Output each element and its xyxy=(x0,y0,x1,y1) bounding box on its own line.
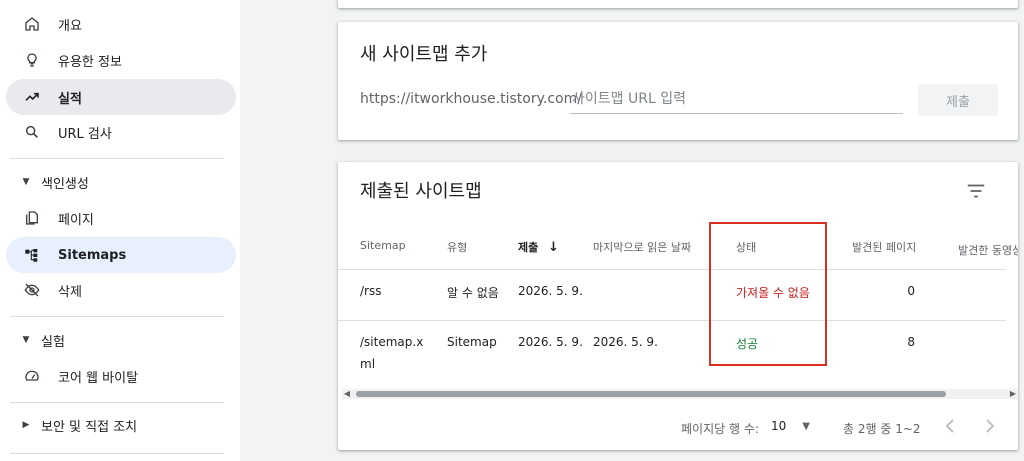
section-experiments[interactable]: ▼ 실험 xyxy=(20,328,65,352)
cell-sitemap-wrap: ml xyxy=(360,357,376,371)
section-indexing[interactable]: ▼ 색인생성 xyxy=(20,170,89,194)
home-icon xyxy=(23,15,41,33)
scrollbar-thumb[interactable] xyxy=(356,391,946,397)
nav-item-label: 개요 xyxy=(58,18,82,34)
rows-per-page-select[interactable]: 10 ▼ xyxy=(771,419,810,433)
horizontal-scrollbar[interactable]: ◀ ▶ xyxy=(342,389,1018,399)
sidebar-divider xyxy=(10,453,224,454)
scroll-right-icon[interactable]: ▶ xyxy=(1008,389,1018,399)
column-header-submitted[interactable]: 제출 ↓ xyxy=(518,239,559,255)
section-label: 색인생성 xyxy=(41,176,89,192)
submitted-sitemaps-card: 제출된 사이트맵 Sitemap 유형 제출 ↓ 마지막으로 읽은 날짜 상태 … xyxy=(338,162,1018,450)
nav-item-label: 삭제 xyxy=(58,284,82,300)
previous-card xyxy=(338,0,1018,8)
cell-type: Sitemap xyxy=(447,335,497,349)
lightbulb-icon xyxy=(23,51,41,69)
add-sitemap-title: 새 사이트맵 추가 xyxy=(360,44,488,65)
column-header-label: 제출 xyxy=(518,241,539,254)
pages-icon xyxy=(23,209,41,227)
scroll-left-icon[interactable]: ◀ xyxy=(342,389,352,399)
rows-per-page-value: 10 xyxy=(771,419,787,433)
column-header-discovered-videos[interactable]: 발견한 동영상 xyxy=(958,244,1018,257)
add-sitemap-card: 새 사이트맵 추가 https://itworkhouse.tistory.co… xyxy=(338,22,1018,140)
nav-item-label: 페이지 xyxy=(58,212,94,228)
cell-submitted: 2026. 5. 9. xyxy=(518,335,583,349)
sidebar-divider xyxy=(10,316,224,317)
column-header-sitemap[interactable]: Sitemap xyxy=(360,239,406,252)
column-header-clip: 발견한 동영상 xyxy=(958,239,1018,258)
speed-gauge-icon xyxy=(23,367,41,385)
nav-item-core-web-vitals[interactable]: 코어 웹 바이탈 xyxy=(6,358,236,394)
caret-right-icon: ▶ xyxy=(22,420,30,430)
nav-item-label: 유용한 정보 xyxy=(58,54,122,70)
nav-item-sitemaps[interactable]: Sitemaps xyxy=(6,237,236,273)
cell-type: 알 수 없음 xyxy=(447,286,499,300)
nav-item-removals[interactable]: 삭제 xyxy=(6,272,236,308)
chevron-left-icon[interactable] xyxy=(938,414,962,438)
submit-button[interactable]: 제출 xyxy=(918,84,998,116)
section-security[interactable]: ▶ 보안 및 직접 조치 xyxy=(20,413,138,437)
url-prefix: https://itworkhouse.tistory.com/ xyxy=(360,91,582,107)
status-highlight-box xyxy=(709,222,827,366)
column-header-type[interactable]: 유형 xyxy=(447,239,467,255)
trending-up-icon xyxy=(23,88,41,106)
caret-down-icon: ▼ xyxy=(22,335,30,345)
sidebar-divider xyxy=(10,402,224,403)
nav-item-label: 실적 xyxy=(58,91,82,107)
caret-down-icon: ▼ xyxy=(22,177,30,187)
section-label: 실험 xyxy=(41,334,65,350)
sidebar: 개요 유용한 정보 실적 URL 검사 ▼ 색인생성 페이지 Sitemaps xyxy=(0,0,240,461)
submitted-sitemaps-title: 제출된 사이트맵 xyxy=(360,181,482,202)
row-divider xyxy=(338,320,1006,321)
nav-item-label: Sitemaps xyxy=(58,247,127,263)
column-header-discovered-pages[interactable]: 발견된 페이지 xyxy=(852,239,916,255)
sidebar-divider xyxy=(10,158,224,159)
nav-item-pages[interactable]: 페이지 xyxy=(6,200,236,236)
search-icon xyxy=(23,123,41,141)
sort-arrow-down-icon: ↓ xyxy=(548,240,559,255)
sitemap-url-input[interactable] xyxy=(570,84,903,114)
nav-item-label: 코어 웹 바이탈 xyxy=(58,370,139,386)
cell-sitemap: /rss xyxy=(360,284,382,298)
dropdown-arrow-icon: ▼ xyxy=(802,420,810,432)
cell-last-read: 2026. 5. 9. xyxy=(593,335,658,349)
cell-sitemap: /sitemap.x xyxy=(360,335,424,349)
cell-submitted: 2026. 5. 9. xyxy=(518,284,583,298)
row-divider xyxy=(338,269,1006,270)
nav-item-performance[interactable]: 실적 xyxy=(6,79,236,115)
rows-per-page-label: 페이지당 행 수: xyxy=(681,422,759,436)
section-label: 보안 및 직접 조치 xyxy=(41,419,138,435)
chevron-right-icon[interactable] xyxy=(978,414,1002,438)
sitemap-icon xyxy=(23,246,41,264)
nav-item-url-inspection[interactable]: URL 검사 xyxy=(6,114,236,150)
cell-discovered-pages: 0 xyxy=(907,284,915,298)
filter-icon[interactable] xyxy=(965,180,987,202)
nav-item-insights[interactable]: 유용한 정보 xyxy=(6,42,236,78)
nav-item-overview[interactable]: 개요 xyxy=(6,6,236,42)
pagination-range: 총 2행 중 1~2 xyxy=(843,422,921,436)
column-header-last-read[interactable]: 마지막으로 읽은 날짜 xyxy=(593,239,691,255)
nav-item-label: URL 검사 xyxy=(58,126,112,142)
cell-discovered-pages: 8 xyxy=(907,335,915,349)
visibility-off-icon xyxy=(23,281,41,299)
